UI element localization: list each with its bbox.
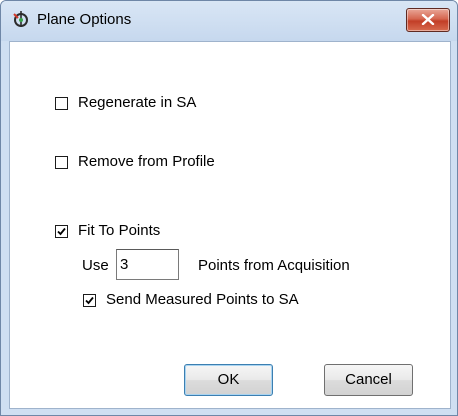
app-icon	[13, 11, 28, 27]
check-icon	[57, 227, 66, 235]
check-icon	[85, 296, 94, 304]
regenerate-option[interactable]: Regenerate in SA	[55, 94, 196, 112]
fit-to-points-label: Fit To Points	[78, 222, 161, 239]
fit-to-points-checkbox[interactable]	[55, 224, 68, 238]
regenerate-label: Regenerate in SA	[78, 94, 197, 111]
cancel-button[interactable]: Cancel	[324, 364, 413, 396]
plane-options-dialog: Plane Options Regenerate in SA Remove fr…	[0, 0, 458, 416]
send-measured-option[interactable]: Send Measured Points to SA	[83, 291, 299, 309]
use-label: Use	[82, 257, 109, 274]
ok-button[interactable]: OK	[184, 364, 273, 396]
points-suffix-label: Points from Acquisition	[198, 257, 350, 274]
send-measured-label: Send Measured Points to SA	[106, 291, 299, 308]
points-count-input[interactable]: 3	[116, 249, 179, 280]
remove-profile-checkbox[interactable]	[55, 155, 68, 169]
regenerate-checkbox[interactable]	[55, 96, 68, 110]
dialog-body: Regenerate in SA Remove from Profile Fit…	[9, 41, 451, 409]
send-measured-checkbox[interactable]	[83, 293, 96, 307]
remove-profile-option[interactable]: Remove from Profile	[55, 153, 215, 171]
fit-to-points-option[interactable]: Fit To Points	[55, 222, 160, 240]
window-title: Plane Options	[37, 11, 132, 28]
close-icon	[421, 14, 435, 25]
close-button[interactable]	[406, 8, 450, 32]
title-bar[interactable]: Plane Options	[1, 1, 457, 41]
remove-profile-label: Remove from Profile	[78, 153, 215, 170]
